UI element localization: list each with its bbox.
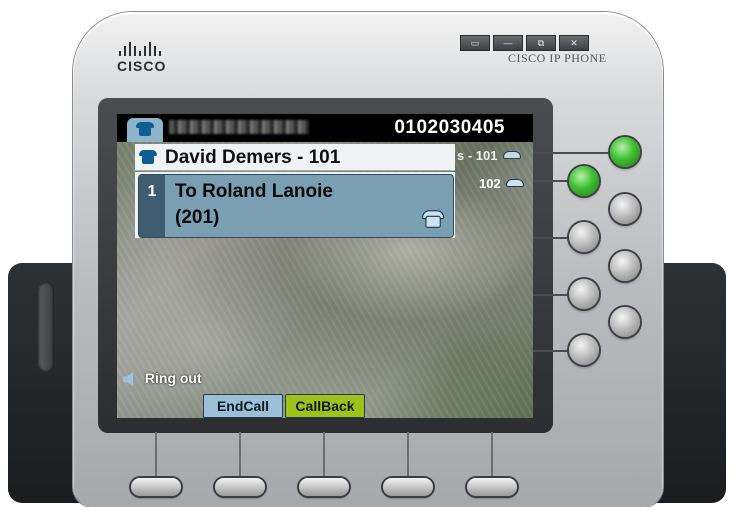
active-call[interactable]: 1 To Roland Lanoie (201) (138, 174, 454, 238)
handset-icon (506, 178, 525, 191)
line-button-1[interactable] (610, 137, 640, 167)
softkey-button-1[interactable] (131, 478, 181, 496)
blurred-info (169, 120, 309, 134)
maximize-button[interactable]: ⧉ (526, 35, 556, 51)
phone-number: 0102030405 (394, 117, 505, 138)
line-button-3[interactable] (610, 194, 640, 224)
line-button-4[interactable] (569, 222, 599, 252)
softkey-stem (155, 432, 157, 478)
line-header: David Demers - 101 (135, 144, 455, 171)
line-connector (533, 237, 573, 239)
cisco-logo: CISCO (117, 42, 177, 74)
brand-label: CISCO IP PHONE (508, 51, 607, 65)
line-connector (533, 180, 573, 182)
line-connector (533, 152, 613, 154)
status-bar: 0102030405 (117, 114, 533, 142)
line-button-7[interactable] (610, 307, 640, 337)
softkey-stem (239, 432, 241, 478)
restore-button[interactable]: ▭ (460, 35, 490, 51)
endcall-softkey[interactable]: EndCall (203, 394, 283, 418)
line-title: David Demers - 101 (165, 147, 341, 168)
softkey-button-4[interactable] (383, 478, 433, 496)
softkey-stem (491, 432, 493, 478)
line-button-2[interactable] (569, 166, 599, 196)
callback-softkey[interactable]: CallBack (285, 394, 365, 418)
line-button-5[interactable] (610, 251, 640, 281)
side-line-2-label: 102 (479, 176, 501, 191)
logo-bars-icon (119, 42, 177, 56)
side-line-2: 102 (479, 176, 525, 191)
line-tab[interactable] (127, 118, 163, 142)
call-status-text: Ring out (144, 370, 202, 386)
phone-screen: 0102030405 David Demers - 101 1 To Rolan… (117, 114, 533, 418)
handset-icon (422, 210, 445, 229)
phone-icon (136, 122, 154, 136)
call-status: Ring out (123, 370, 202, 387)
logo-text: CISCO (117, 58, 167, 74)
softkey-button-2[interactable] (215, 478, 265, 496)
softkey-stem (323, 432, 325, 478)
side-line-1: s - 101 (457, 148, 522, 163)
line-button-8[interactable] (569, 335, 599, 365)
phone-icon (139, 150, 157, 164)
softkey-button-3[interactable] (299, 478, 349, 496)
speaker-icon (123, 372, 133, 387)
line-button-6[interactable] (569, 279, 599, 309)
call-party-number: (201) (175, 207, 220, 228)
line-connector (533, 350, 573, 352)
softkey-button-5[interactable] (467, 478, 517, 496)
call-party: To Roland Lanoie (201) (175, 179, 333, 231)
call-index: 1 (139, 175, 165, 237)
handset-icon (503, 150, 522, 163)
window-controls: ▭ — ⧉ ✕ (460, 35, 589, 51)
call-panel: 1 To Roland Lanoie (201) (135, 172, 455, 238)
close-button[interactable]: ✕ (559, 35, 589, 51)
minimize-button[interactable]: — (493, 35, 523, 51)
softkey-stem (407, 432, 409, 478)
stand-slot (38, 282, 54, 372)
call-party-name: To Roland Lanoie (175, 181, 333, 202)
side-line-1-label: s - 101 (457, 148, 498, 163)
line-connector (533, 294, 573, 296)
